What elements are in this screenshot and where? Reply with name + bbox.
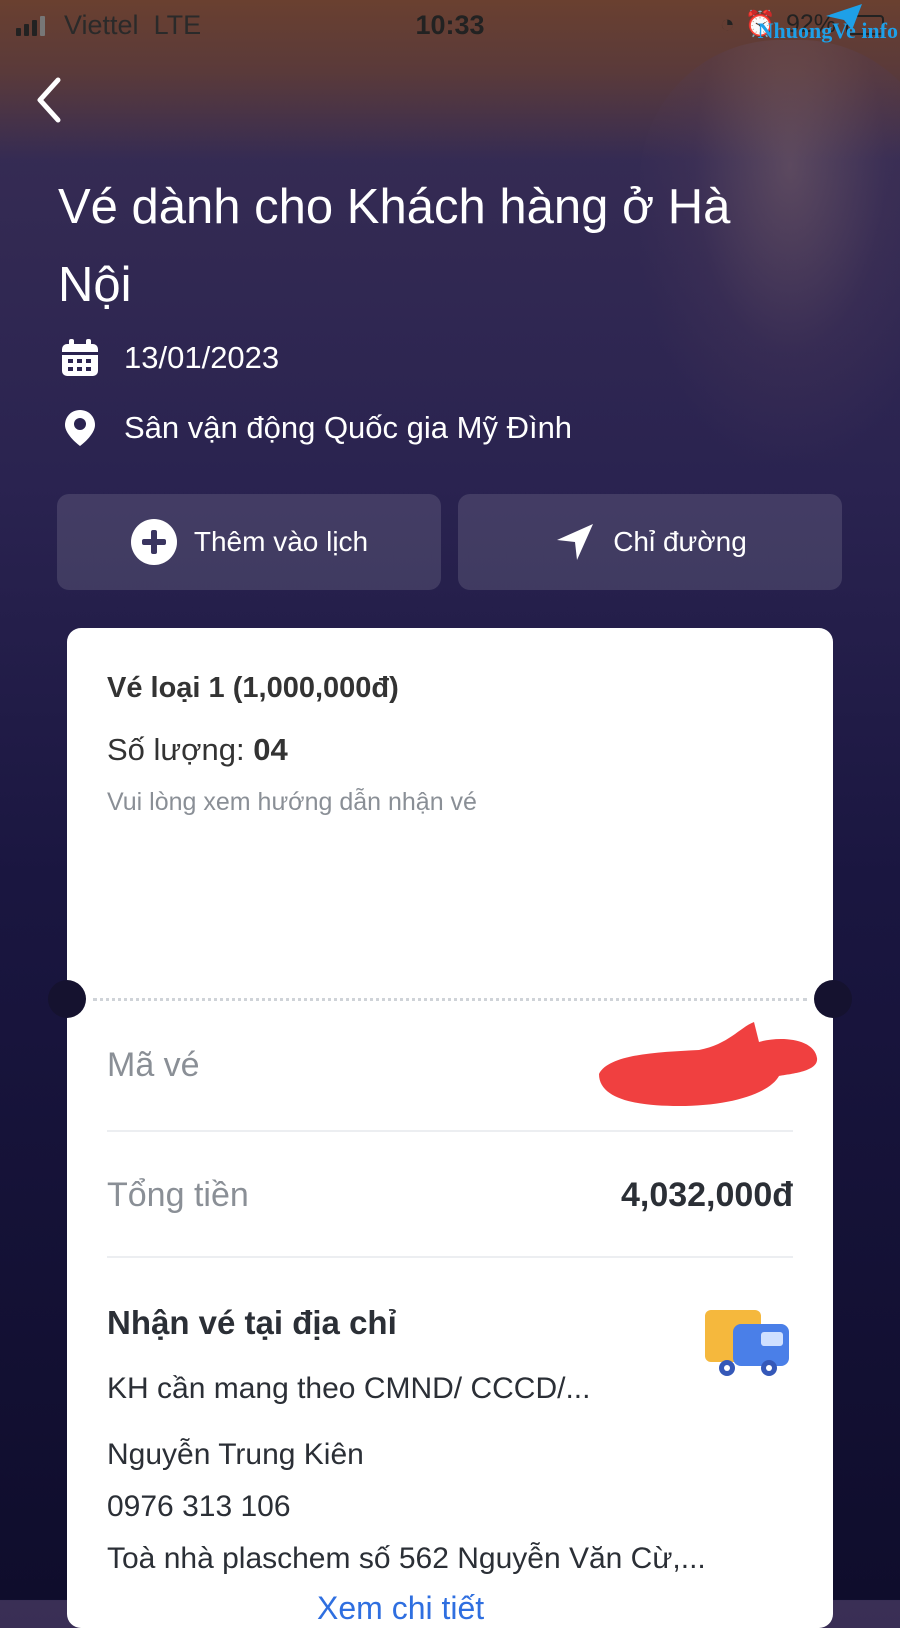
watermark: NhuongVe info	[757, 18, 898, 43]
ticket-hint[interactable]: Vui lòng xem hướng dẫn nhận vé	[107, 788, 477, 817]
chevron-left-icon	[37, 77, 61, 123]
recipient-address: Toà nhà plaschem số 562 Nguyễn Văn Cừ,..…	[107, 1542, 706, 1575]
add-to-calendar-button[interactable]: Thêm vào lịch	[57, 494, 441, 590]
plus-circle-icon	[130, 519, 177, 565]
ticket-code-label: Mã vé	[107, 1046, 200, 1084]
back-button[interactable]	[30, 72, 70, 128]
event-date: 13/01/2023	[60, 338, 279, 378]
delivery-truck-icon	[705, 1310, 789, 1376]
event-date-text: 13/01/2023	[124, 340, 280, 375]
redaction-mark	[599, 1022, 818, 1106]
divider	[107, 1130, 793, 1132]
view-details-link[interactable]: Xem chi tiết	[317, 1590, 484, 1627]
delivery-title: Nhận vé tại địa chỉ	[107, 1304, 397, 1341]
quantity-value: 04	[253, 732, 288, 767]
ticket-notch-right	[814, 980, 852, 1018]
total-label: Tổng tiền	[107, 1176, 249, 1214]
page-title: Vé dành cho Khách hàng ở Hà Nội	[58, 180, 731, 312]
orientation-lock-icon: ◔	[719, 10, 735, 38]
calendar-icon	[60, 338, 100, 378]
ticket-perforation	[93, 998, 807, 1001]
recipient-name: Nguyễn Trung Kiên	[107, 1438, 364, 1471]
ticket-quantity: Số lượng: 04	[107, 732, 288, 768]
divider	[107, 1256, 793, 1258]
ticket-type: Vé loại 1 (1,000,000đ)	[107, 672, 399, 704]
navigation-arrow-icon	[557, 524, 594, 560]
delivery-note: KH cần mang theo CMND/ CCCD/...	[107, 1372, 591, 1405]
event-venue: Sân vận động Quốc gia Mỹ Đình	[60, 408, 572, 448]
total-value: 4,032,000đ	[620, 1176, 793, 1214]
status-bar: Viettel LTE 10:33 ◔ ⏰ 92% NhuongVe info	[0, 0, 900, 50]
ticket-card: Vé loại 1 (1,000,000đ) Số lượng: 04 Vui …	[48, 628, 852, 1628]
event-venue-text: Sân vận động Quốc gia Mỹ Đình	[124, 410, 573, 445]
ticket-notch-left	[48, 980, 86, 1018]
directions-button[interactable]: Chỉ đường	[458, 494, 842, 590]
add-to-calendar-label: Thêm vào lịch	[193, 526, 369, 557]
recipient-phone: 0976 313 106	[107, 1490, 291, 1523]
quantity-label: Số lượng:	[107, 732, 245, 767]
location-pin-icon	[60, 408, 100, 448]
directions-label: Chỉ đường	[613, 526, 747, 557]
